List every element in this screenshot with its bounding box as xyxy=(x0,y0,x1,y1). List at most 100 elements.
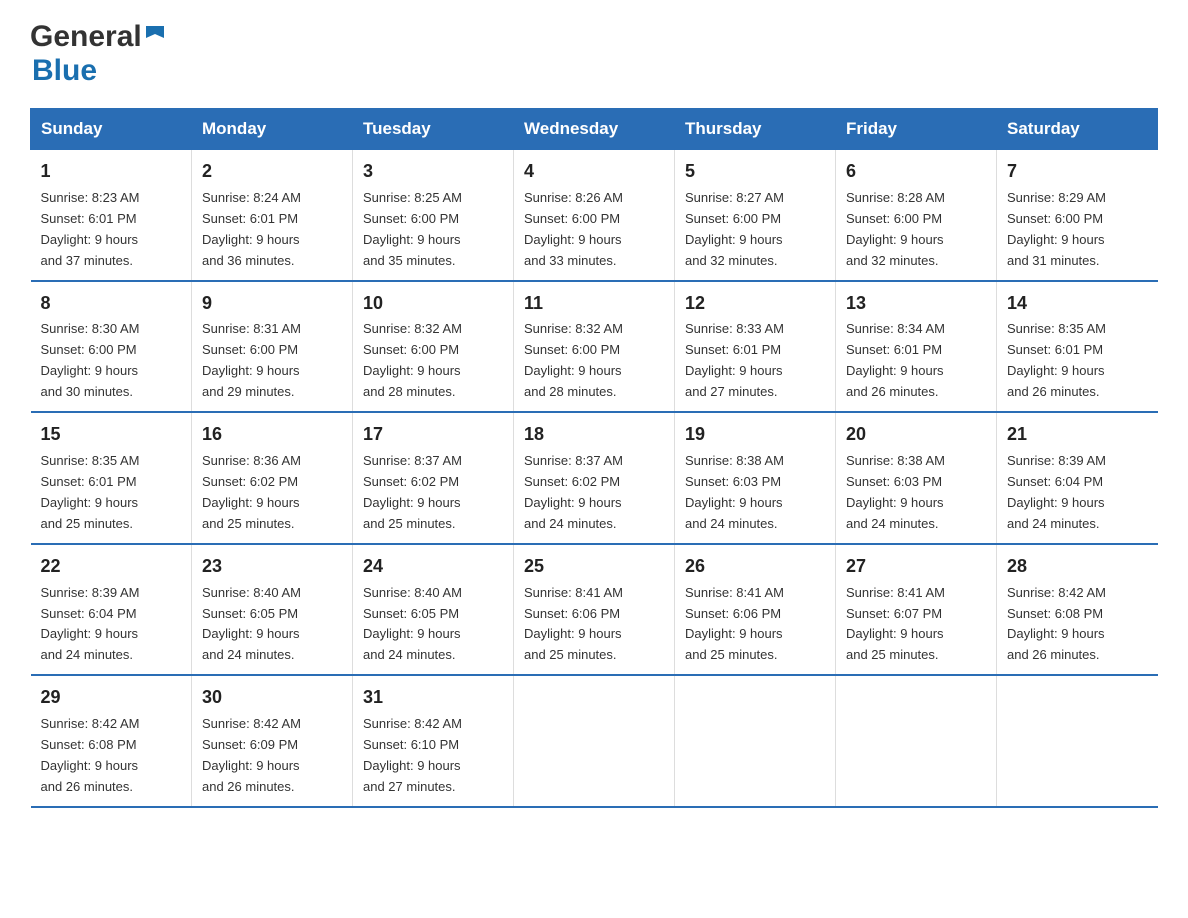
day-number: 15 xyxy=(41,421,182,449)
daylight-info: Daylight: 9 hours xyxy=(41,495,139,510)
sunrise-info: Sunrise: 8:38 AM xyxy=(846,453,945,468)
day-cell: 26Sunrise: 8:41 AMSunset: 6:06 PMDayligh… xyxy=(675,544,836,676)
week-row-1: 1Sunrise: 8:23 AMSunset: 6:01 PMDaylight… xyxy=(31,150,1158,281)
sunrise-info: Sunrise: 8:25 AM xyxy=(363,190,462,205)
sunset-info: Sunset: 6:00 PM xyxy=(202,342,298,357)
daylight-info: Daylight: 9 hours xyxy=(363,363,461,378)
day-cell: 4Sunrise: 8:26 AMSunset: 6:00 PMDaylight… xyxy=(514,150,675,281)
daylight-minutes: and 25 minutes. xyxy=(363,516,456,531)
column-header-tuesday: Tuesday xyxy=(353,109,514,150)
day-number: 19 xyxy=(685,421,825,449)
sunrise-info: Sunrise: 8:40 AM xyxy=(202,585,301,600)
day-cell: 17Sunrise: 8:37 AMSunset: 6:02 PMDayligh… xyxy=(353,412,514,544)
sunset-info: Sunset: 6:08 PM xyxy=(1007,606,1103,621)
sunrise-info: Sunrise: 8:42 AM xyxy=(363,716,462,731)
day-number: 8 xyxy=(41,290,182,318)
day-number: 24 xyxy=(363,553,503,581)
sunrise-info: Sunrise: 8:32 AM xyxy=(363,321,462,336)
logo-blue: Blue xyxy=(32,54,97,87)
daylight-info: Daylight: 9 hours xyxy=(846,232,944,247)
day-cell xyxy=(836,675,997,807)
daylight-info: Daylight: 9 hours xyxy=(524,363,622,378)
daylight-info: Daylight: 9 hours xyxy=(524,626,622,641)
daylight-info: Daylight: 9 hours xyxy=(846,495,944,510)
week-row-5: 29 Sunrise: 8:42 AM Sunset: 6:08 PM Dayligh… xyxy=(31,675,1158,807)
daylight-info: Daylight: 9 hours xyxy=(846,363,944,378)
day-number: 30 xyxy=(202,684,342,712)
day-number: 10 xyxy=(363,290,503,318)
daylight-info: Daylight: 9 hours xyxy=(1007,495,1105,510)
sunrise-info: Sunrise: 8:35 AM xyxy=(1007,321,1106,336)
daylight-minutes: and 32 minutes. xyxy=(685,253,778,268)
page-header: General Blue xyxy=(30,20,1158,88)
daylight-minutes: and 28 minutes. xyxy=(363,384,456,399)
daylight-minutes: and 37 minutes. xyxy=(41,253,134,268)
day-number: 13 xyxy=(846,290,986,318)
sunset-info: Sunset: 6:00 PM xyxy=(41,342,137,357)
sunrise-info: Sunrise: 8:24 AM xyxy=(202,190,301,205)
daylight-minutes: and 24 minutes. xyxy=(846,516,939,531)
day-number: 29 xyxy=(41,684,182,712)
sunrise-info: Sunrise: 8:36 AM xyxy=(202,453,301,468)
day-number: 7 xyxy=(1007,158,1148,186)
day-cell: 9Sunrise: 8:31 AMSunset: 6:00 PMDaylight… xyxy=(192,281,353,413)
daylight-info: Daylight: 9 hours xyxy=(685,495,783,510)
day-cell: 25Sunrise: 8:41 AMSunset: 6:06 PMDayligh… xyxy=(514,544,675,676)
day-number: 6 xyxy=(846,158,986,186)
week-row-3: 15Sunrise: 8:35 AMSunset: 6:01 PMDayligh… xyxy=(31,412,1158,544)
sunset-info: Sunset: 6:01 PM xyxy=(202,211,298,226)
daylight-info: Daylight: 9 hours xyxy=(363,626,461,641)
daylight-minutes: and 26 minutes. xyxy=(1007,647,1100,662)
sunrise-info: Sunrise: 8:38 AM xyxy=(685,453,784,468)
daylight-minutes: and 27 minutes. xyxy=(685,384,778,399)
sunset-info: Sunset: 6:00 PM xyxy=(524,211,620,226)
sunset-info: Sunset: 6:08 PM xyxy=(41,737,137,752)
daylight-minutes: and 32 minutes. xyxy=(846,253,939,268)
day-cell: 23Sunrise: 8:40 AMSunset: 6:05 PMDayligh… xyxy=(192,544,353,676)
column-header-friday: Friday xyxy=(836,109,997,150)
daylight-info: Daylight: 9 hours xyxy=(202,232,300,247)
sunset-info: Sunset: 6:09 PM xyxy=(202,737,298,752)
daylight-minutes: and 31 minutes. xyxy=(1007,253,1100,268)
sunrise-info: Sunrise: 8:41 AM xyxy=(685,585,784,600)
day-number: 22 xyxy=(41,553,182,581)
day-cell: 24Sunrise: 8:40 AMSunset: 6:05 PMDayligh… xyxy=(353,544,514,676)
sunset-info: Sunset: 6:00 PM xyxy=(363,342,459,357)
day-number: 14 xyxy=(1007,290,1148,318)
day-number: 12 xyxy=(685,290,825,318)
daylight-minutes: and 33 minutes. xyxy=(524,253,617,268)
sunrise-info: Sunrise: 8:41 AM xyxy=(524,585,623,600)
sunrise-info: Sunrise: 8:39 AM xyxy=(1007,453,1106,468)
day-number: 4 xyxy=(524,158,664,186)
sunset-info: Sunset: 6:01 PM xyxy=(1007,342,1103,357)
sunset-info: Sunset: 6:04 PM xyxy=(41,606,137,621)
day-cell: 8Sunrise: 8:30 AMSunset: 6:00 PMDaylight… xyxy=(31,281,192,413)
sunset-info: Sunset: 6:02 PM xyxy=(524,474,620,489)
sunset-info: Sunset: 6:06 PM xyxy=(685,606,781,621)
day-cell: 2Sunrise: 8:24 AMSunset: 6:01 PMDaylight… xyxy=(192,150,353,281)
daylight-minutes: and 25 minutes. xyxy=(524,647,617,662)
daylight-info: Daylight: 9 hours xyxy=(1007,363,1105,378)
daylight-info: Daylight: 9 hours xyxy=(685,626,783,641)
sunset-info: Sunset: 6:00 PM xyxy=(524,342,620,357)
sunset-info: Sunset: 6:02 PM xyxy=(363,474,459,489)
daylight-minutes: and 26 minutes. xyxy=(41,779,134,794)
calendar-body: 1Sunrise: 8:23 AMSunset: 6:01 PMDaylight… xyxy=(31,150,1158,807)
sunrise-info: Sunrise: 8:31 AM xyxy=(202,321,301,336)
sunset-info: Sunset: 6:01 PM xyxy=(685,342,781,357)
day-cell: 22Sunrise: 8:39 AMSunset: 6:04 PMDayligh… xyxy=(31,544,192,676)
sunrise-info: Sunrise: 8:39 AM xyxy=(41,585,140,600)
daylight-info: Daylight: 9 hours xyxy=(524,232,622,247)
daylight-info: Daylight: 9 hours xyxy=(363,758,461,773)
column-header-monday: Monday xyxy=(192,109,353,150)
logo-general: General xyxy=(30,20,142,54)
daylight-minutes: and 24 minutes. xyxy=(1007,516,1100,531)
day-cell: 18Sunrise: 8:37 AMSunset: 6:02 PMDayligh… xyxy=(514,412,675,544)
column-header-sunday: Sunday xyxy=(31,109,192,150)
daylight-info: Daylight: 9 hours xyxy=(202,363,300,378)
day-cell xyxy=(997,675,1158,807)
day-cell: 6Sunrise: 8:28 AMSunset: 6:00 PMDaylight… xyxy=(836,150,997,281)
daylight-minutes: and 26 minutes. xyxy=(846,384,939,399)
day-cell: 29Sunrise: 8:42 AMSunset: 6:08 PMDayligh… xyxy=(31,675,192,807)
day-number: 11 xyxy=(524,290,664,318)
